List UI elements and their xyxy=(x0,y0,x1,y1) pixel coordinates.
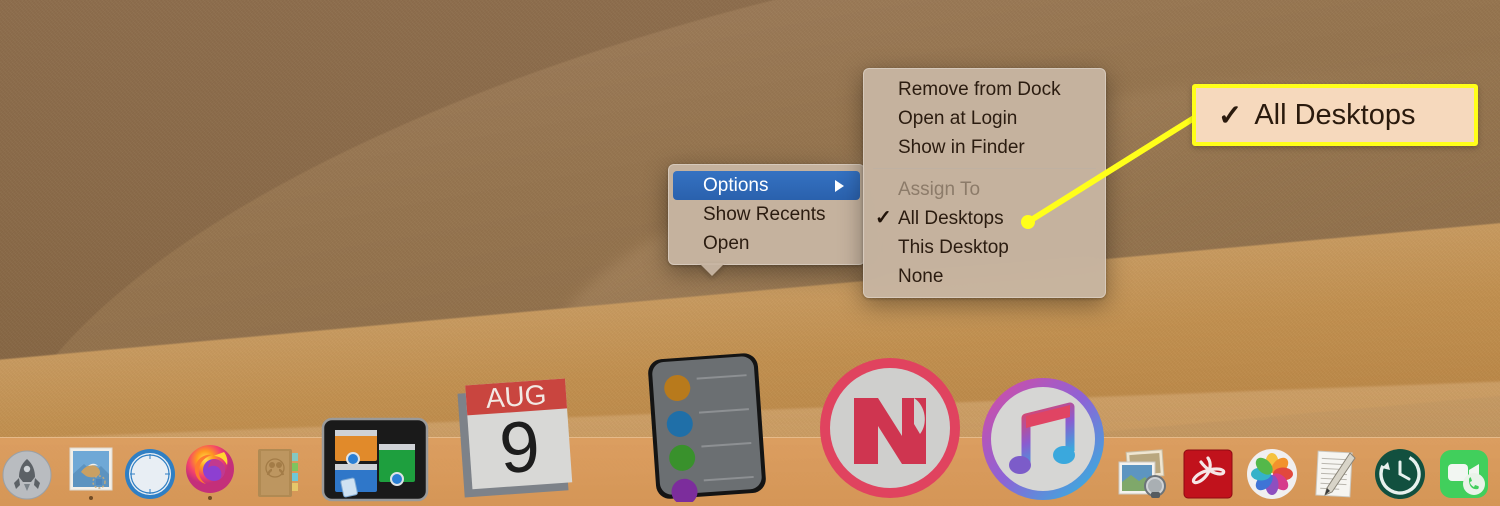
menu-item-remove-from-dock[interactable]: Remove from Dock xyxy=(864,75,1105,104)
menu-item-open-at-login-label: Open at Login xyxy=(898,108,1018,129)
menu-item-open-label: Open xyxy=(703,233,750,254)
menu-item-show-in-finder-label: Show in Finder xyxy=(898,137,1025,158)
textedit-icon xyxy=(1315,450,1356,498)
checkmark-icon: ✓ xyxy=(875,207,892,229)
facetime-icon xyxy=(1440,450,1488,498)
menu-item-open[interactable]: Open xyxy=(669,229,864,258)
calendar-day-label: 9 xyxy=(497,407,543,490)
callout-checkmark-icon: ✓ xyxy=(1218,99,1243,132)
menu-item-all-desktops[interactable]: ✓ All Desktops xyxy=(864,204,1105,233)
photos-pinwheel-icon xyxy=(1247,449,1297,499)
menu-item-remove-from-dock-label: Remove from Dock xyxy=(898,79,1061,100)
options-submenu[interactable]: Remove from Dock Open at Login Show in F… xyxy=(863,68,1106,298)
menu-item-none[interactable]: None xyxy=(864,262,1105,291)
dock-item-photos[interactable] xyxy=(1246,448,1298,500)
macos-desktop-screen: AUG 9 Options Show Recents Open Remove f… xyxy=(0,0,1500,506)
macos-dock[interactable]: AUG 9 xyxy=(0,353,1500,506)
dock-item-facetime[interactable] xyxy=(1438,448,1490,500)
dock-item-mail[interactable] xyxy=(66,444,116,500)
adobe-acrobat-icon xyxy=(1183,449,1233,499)
dock-item-preview[interactable] xyxy=(1115,448,1171,500)
dock-item-adobe-acrobat[interactable] xyxy=(1182,448,1234,500)
calendar-icon: AUG 9 xyxy=(457,378,573,498)
menu-item-none-label: None xyxy=(898,266,944,287)
menu-header-assign-to-label: Assign To xyxy=(898,179,981,200)
callout-label: All Desktops xyxy=(1254,98,1416,131)
dock-item-launchpad[interactable] xyxy=(2,450,52,500)
dock-item-safari[interactable] xyxy=(124,448,176,500)
menu-item-all-desktops-label: All Desktops xyxy=(898,208,1004,229)
menu-separator xyxy=(873,168,1096,169)
dock-item-contacts[interactable] xyxy=(252,446,304,500)
menu-item-this-desktop-label: This Desktop xyxy=(898,237,1009,258)
reminders-icon xyxy=(648,353,766,502)
menu-item-show-recents-label: Show Recents xyxy=(703,204,826,225)
dock-item-textedit[interactable] xyxy=(1310,448,1362,500)
news-icon xyxy=(820,358,960,498)
dock-item-firefox[interactable] xyxy=(184,442,236,500)
menu-header-assign-to: Assign To xyxy=(864,175,1105,204)
mission-control-icon xyxy=(321,417,429,502)
safari-compass-icon xyxy=(125,449,175,499)
preview-photos-icon xyxy=(1118,449,1166,498)
dock-item-itunes[interactable] xyxy=(980,376,1106,502)
launchpad-rocket-icon xyxy=(2,450,52,500)
menu-item-show-in-finder[interactable]: Show in Finder xyxy=(864,133,1105,162)
dock-item-mission-control[interactable] xyxy=(321,417,429,502)
all-desktops-callout: ✓ All Desktops xyxy=(1192,84,1478,146)
dock-icon-strip: AUG 9 xyxy=(0,353,1500,506)
dock-item-time-machine[interactable] xyxy=(1374,448,1426,500)
menu-item-this-desktop[interactable]: This Desktop xyxy=(864,233,1105,262)
mail-stamp-icon xyxy=(69,447,113,491)
itunes-note-icon xyxy=(982,378,1104,500)
menu-item-show-recents[interactable]: Show Recents xyxy=(669,200,864,229)
menu-item-options-label: Options xyxy=(703,175,769,196)
context-menu-tail xyxy=(699,263,725,276)
dock-running-indicator xyxy=(89,496,93,500)
contacts-book-icon xyxy=(258,449,298,497)
dock-item-calendar[interactable]: AUG 9 xyxy=(455,374,579,502)
menu-item-open-at-login[interactable]: Open at Login xyxy=(864,104,1105,133)
dock-item-context-menu[interactable]: Options Show Recents Open xyxy=(668,164,865,276)
firefox-icon xyxy=(186,445,234,493)
dock-item-news[interactable] xyxy=(816,354,964,502)
triangle-right-icon xyxy=(835,179,844,192)
menu-item-options[interactable]: Options xyxy=(673,171,860,200)
time-machine-icon xyxy=(1375,449,1425,499)
dock-item-reminders[interactable] xyxy=(638,350,778,502)
dock-running-indicator xyxy=(208,496,212,500)
